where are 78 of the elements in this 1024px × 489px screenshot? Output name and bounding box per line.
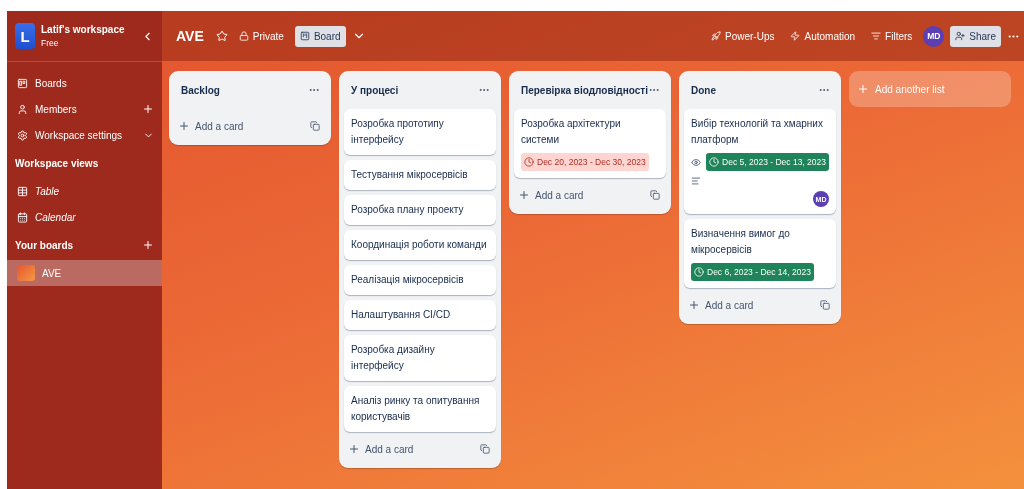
card-title: Реалізація мікросервісів	[351, 273, 465, 287]
add-icon[interactable]	[142, 103, 154, 115]
sidebar-item[interactable]: Table	[7, 178, 162, 204]
task-card[interactable]: Визначення вимог до мікросервісів Dec 6, 2023 - Dec 14, 2023	[684, 219, 836, 288]
workspace-plan: Free	[41, 38, 60, 48]
board-thumbnail	[17, 265, 35, 281]
date-badge: Dec 5, 2023 - Dec 13, 2023	[706, 153, 829, 171]
card-title: Розробка прототипу інтерфейсу	[351, 117, 445, 147]
plus-icon	[518, 189, 530, 201]
board-icon	[299, 31, 310, 41]
task-card[interactable]: Розробка архітектури системи Dec 20, 2023 - Dec 30, 2023	[514, 109, 666, 178]
lightning-icon	[790, 31, 801, 41]
task-card[interactable]: Координація роботи команди	[344, 230, 496, 260]
rocket-icon	[711, 31, 721, 41]
task-card[interactable]: Розробка дизайну інтерфейсу	[344, 335, 496, 381]
board-icon	[17, 77, 28, 89]
calendar-icon	[17, 211, 28, 223]
view-button[interactable]: Board	[294, 25, 346, 47]
list-title: Backlog	[181, 84, 220, 96]
card-title: Визначення вимог до мікросервісів	[691, 227, 791, 257]
list-title: Done	[691, 84, 716, 96]
section-title: Your boards	[15, 239, 75, 251]
sidebar-item[interactable]: Workspace settings	[7, 122, 162, 148]
filter-icon	[871, 31, 882, 41]
date-badge: Dec 20, 2023 - Dec 30, 2023	[521, 153, 649, 171]
plus-icon	[348, 443, 360, 455]
star-icon[interactable]	[215, 30, 228, 42]
plus-icon	[857, 83, 869, 95]
add-card-button[interactable]: Add a card	[348, 443, 414, 455]
toolbar-button[interactable]: Automation	[785, 25, 861, 47]
list-title: Перевірка віодловідності	[521, 84, 648, 96]
add-person-icon	[955, 31, 966, 41]
template-icon[interactable]	[650, 190, 660, 200]
template-icon[interactable]	[480, 444, 490, 454]
list-title: У процесі	[351, 84, 399, 96]
task-card[interactable]: Тестування мікросервісів	[344, 160, 496, 190]
card-title: Координація роботи команди	[351, 238, 488, 252]
workspace-name: Latif's workspace	[41, 24, 126, 35]
clock-icon	[709, 157, 720, 167]
person-icon	[17, 103, 28, 115]
task-card[interactable]: Розробка плану проекту	[344, 195, 496, 225]
template-icon[interactable]	[820, 300, 830, 310]
lock-icon	[238, 31, 249, 41]
add-card-button[interactable]: Add a card	[178, 120, 244, 132]
sidebar-item[interactable]: Calendar	[7, 204, 162, 230]
template-icon[interactable]	[310, 121, 320, 131]
share-button[interactable]: Share	[950, 25, 1001, 47]
plus-icon	[688, 299, 700, 311]
sidebar-item[interactable]: Members	[7, 96, 162, 122]
board-item[interactable]: AVE	[7, 260, 162, 286]
workspace-logo: L	[15, 23, 35, 49]
board-title: AVE	[176, 28, 204, 44]
task-card[interactable]: Реалізація мікросервісів	[344, 265, 496, 295]
plus-icon	[178, 120, 190, 132]
card-title: Вибір технологій та хмарних платформ	[691, 117, 824, 147]
add-card-button[interactable]: Add a card	[688, 299, 754, 311]
card-title: Розробка архітектури системи	[521, 117, 622, 147]
table-icon	[17, 185, 28, 197]
clock-icon	[694, 267, 704, 277]
task-card[interactable]: Налаштування CI/CD	[344, 300, 496, 330]
card-title: Аналіз ринку та опитування користувачів	[351, 394, 481, 424]
add-icon[interactable]	[142, 239, 154, 251]
toolbar-button[interactable]: Power-Ups	[706, 25, 780, 47]
add-card-button[interactable]: Add a card	[518, 189, 584, 201]
date-badge: Dec 6, 2023 - Dec 14, 2023	[691, 263, 814, 281]
card-title: Тестування мікросервісів	[351, 168, 469, 182]
clock-icon	[524, 157, 534, 167]
card-title: Налаштування CI/CD	[351, 308, 452, 322]
card-title: Розробка дизайну інтерфейсу	[351, 343, 436, 373]
visibility-button[interactable]: Private	[233, 25, 289, 47]
task-card[interactable]: Розробка прототипу інтерфейсу	[344, 109, 496, 155]
member-avatar[interactable]: MD	[923, 25, 945, 47]
card-title: Розробка плану проекту	[351, 203, 465, 217]
section-title: Workspace views	[15, 157, 99, 169]
gear-icon	[17, 129, 28, 141]
toolbar-button[interactable]: Filters	[866, 25, 918, 47]
task-card[interactable]: Аналіз ринку та опитування користувачів	[344, 386, 496, 432]
sidebar-item[interactable]: Boards	[7, 70, 162, 96]
